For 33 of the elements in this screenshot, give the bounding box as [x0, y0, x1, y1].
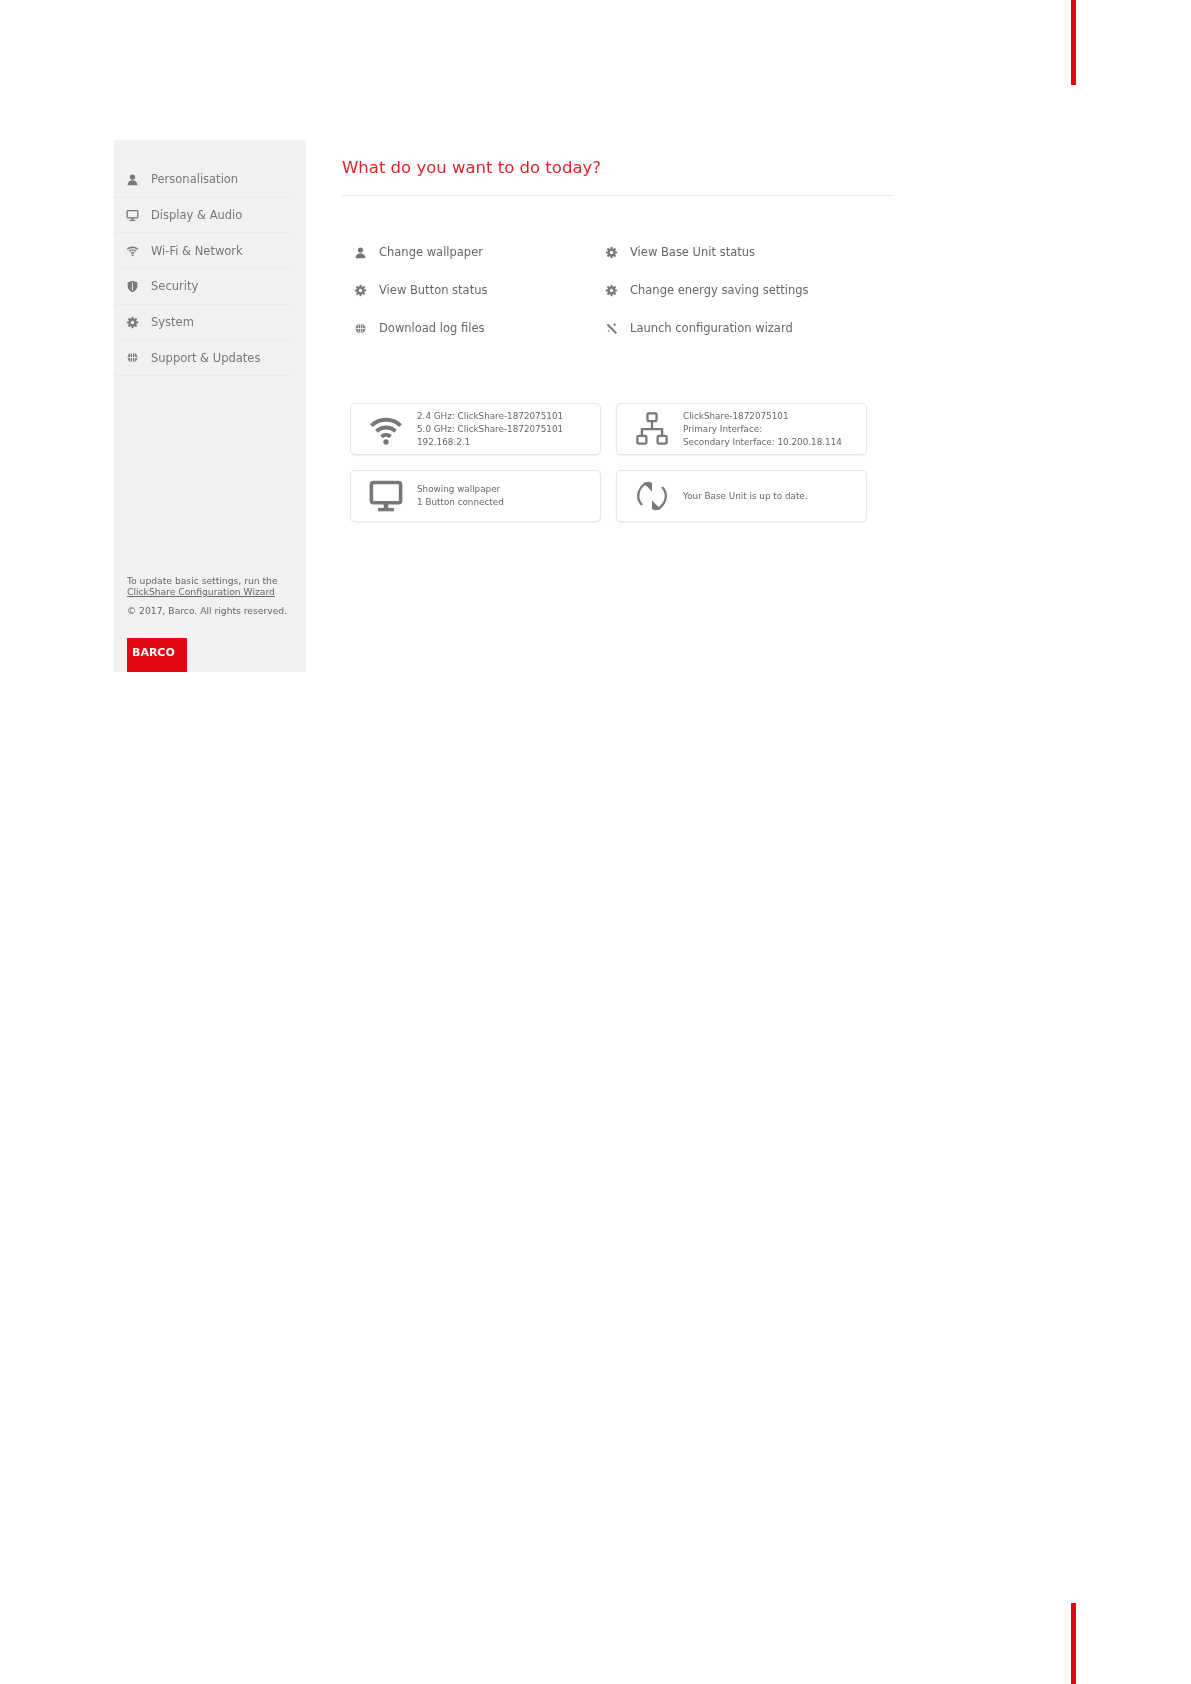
sidebar-item[interactable]: Wi-Fi & Network [114, 233, 292, 270]
settings-icon [605, 245, 618, 259]
monitor-icon [126, 208, 139, 222]
settings-icon [354, 283, 367, 297]
shield-icon [126, 279, 139, 293]
status-text: Your Base Unit is up to date. [683, 489, 808, 503]
wifi-icon [126, 244, 139, 258]
action-link[interactable]: Change energy saving settings [605, 281, 865, 299]
footer-text: To update basic settings, run the ClickShare Configuration Wizard [127, 575, 279, 597]
action-link[interactable]: Change wallpaper [354, 243, 605, 261]
sidebar-item[interactable]: Personalisation [114, 162, 292, 198]
barco-logo: BARCO [127, 638, 187, 672]
status-text: 2.4 GHz: ClickShare-1872075101 5.0 GHz: ClickShare-1872075101 192.168.2.1 [417, 409, 564, 449]
sidebar-item[interactable]: Support & Updates [114, 340, 292, 377]
action-link[interactable]: View Base Unit status [605, 243, 865, 261]
globe-icon [126, 351, 139, 365]
status-text: Showing wallpaper 1 Button connected [417, 483, 504, 509]
action-link[interactable]: Download log files [354, 319, 605, 337]
magic-wand-icon [605, 321, 618, 335]
sidebar-item[interactable]: Display & Audio [114, 197, 292, 234]
settings-icon [605, 283, 618, 297]
person-icon [354, 245, 367, 259]
copyright-text: © 2017, Barco. All rights reserved. [127, 605, 289, 616]
page-title: What do you want to do today? [342, 158, 892, 196]
wizard-link[interactable]: ClickShare Configuration Wizard [127, 586, 275, 597]
person-icon [126, 172, 139, 186]
globe-icon [354, 321, 367, 335]
sidebar-item[interactable]: System [114, 304, 292, 341]
settings-icon [126, 315, 139, 329]
action-link[interactable]: View Button status [354, 281, 605, 299]
status-text: ClickShare-1872075101 Primary Interface: Secondary Interface: 10.200.18.114 [683, 409, 842, 449]
sidebar-item[interactable]: Security [114, 269, 292, 305]
action-link[interactable]: Launch configuration wizard [605, 319, 865, 337]
